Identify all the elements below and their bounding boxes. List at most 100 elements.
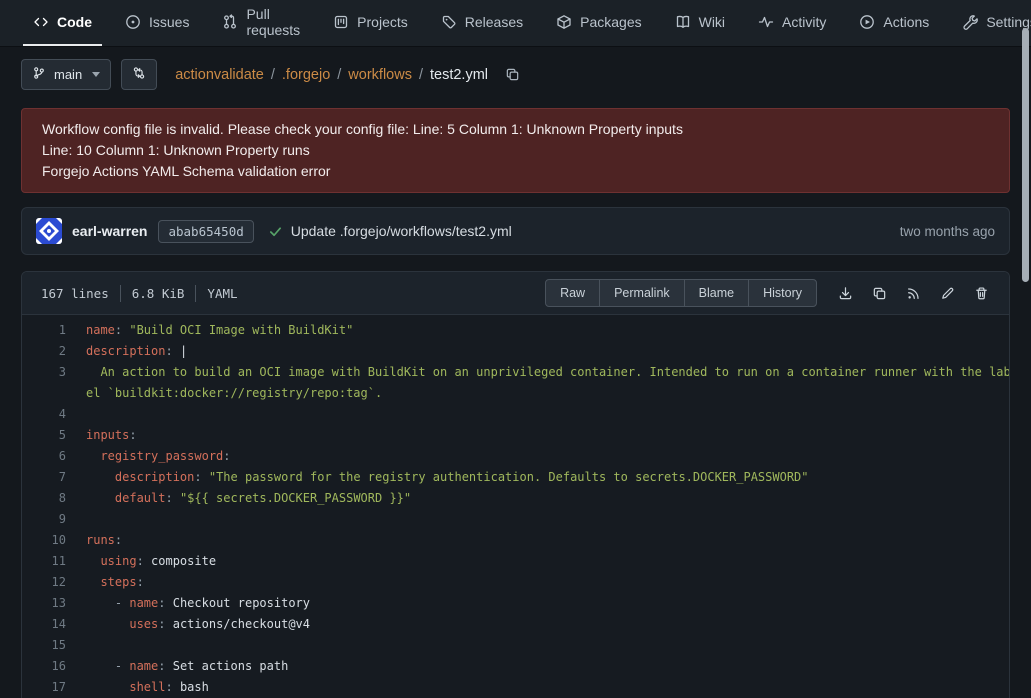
code-line: 10 runs: [22, 530, 1009, 551]
avatar[interactable] [36, 218, 62, 244]
line-number[interactable]: 13 [22, 593, 66, 614]
copy-icon[interactable] [872, 286, 887, 301]
line-number[interactable]: 5 [22, 425, 66, 446]
line-content: description: "The password for the regis… [86, 467, 809, 488]
permalink-button[interactable]: Permalink [599, 279, 685, 307]
code-line: 2 description: | [22, 341, 1009, 362]
line-content: An action to build an OCI image with Bui… [86, 362, 1010, 383]
line-content: el `buildkit:docker://registry/repo:tag`… [86, 383, 382, 404]
line-number[interactable]: 11 [22, 551, 66, 572]
code-line: 1 name: "Build OCI Image with BuildKit" [22, 320, 1009, 341]
line-number[interactable]: 3 [22, 362, 66, 383]
copy-path-icon[interactable] [505, 67, 520, 82]
commit-hash-badge[interactable]: abab65450d [158, 220, 253, 243]
file-action-icons [838, 286, 989, 301]
tab-releases[interactable]: Releases [431, 0, 533, 46]
line-number[interactable] [22, 383, 66, 404]
line-content: shell: bash [86, 677, 209, 698]
commit-author[interactable]: earl-warren [72, 223, 147, 239]
tools-icon [962, 14, 978, 30]
tab-wiki[interactable]: Wiki [665, 0, 735, 46]
chevron-down-icon [92, 72, 100, 77]
code-line: 11 using: composite [22, 551, 1009, 572]
compare-button[interactable] [121, 59, 157, 90]
tag-icon [441, 14, 457, 30]
branch-breadcrumb-row: main actionvalidate/.forgejo/workflows/t… [0, 47, 1031, 100]
breadcrumb-separator: / [271, 67, 275, 83]
commit-status-check-icon[interactable] [268, 224, 283, 239]
line-content: name: "Build OCI Image with BuildKit" [86, 320, 353, 341]
tab-settings[interactable]: Settings [952, 0, 1031, 46]
package-icon [556, 14, 572, 30]
breadcrumb-separator: / [337, 67, 341, 83]
line-number[interactable]: 1 [22, 320, 66, 341]
line-number[interactable]: 8 [22, 488, 66, 509]
breadcrumb-item-test2-yml: test2.yml [430, 67, 488, 83]
file-meta-item: 167 lines [41, 286, 109, 301]
tab-label: Activity [782, 14, 826, 30]
scrollbar-thumb[interactable] [1022, 28, 1029, 282]
code-line: 17 shell: bash [22, 677, 1009, 698]
breadcrumb: actionvalidate/.forgejo/workflows/test2.… [175, 67, 488, 83]
code-line: 4 [22, 404, 1009, 425]
line-number[interactable]: 15 [22, 635, 66, 656]
error-banner: Workflow config file is invalid. Please … [21, 108, 1010, 193]
projects-icon [333, 14, 349, 30]
code-view: 1name: "Build OCI Image with BuildKit"2d… [22, 315, 1009, 698]
branch-selector[interactable]: main [21, 59, 111, 90]
line-number[interactable]: 17 [22, 677, 66, 698]
line-content: steps: [86, 572, 144, 593]
line-content: uses: actions/checkout@v4 [86, 614, 310, 635]
tab-activity[interactable]: Activity [748, 0, 836, 46]
file-header: 167 lines6.8 KiBYAML RawPermalinkBlameHi… [22, 272, 1009, 315]
breadcrumb-item-actionvalidate[interactable]: actionvalidate [175, 67, 264, 83]
line-number[interactable]: 7 [22, 467, 66, 488]
line-number[interactable]: 2 [22, 341, 66, 362]
raw-button[interactable]: Raw [545, 279, 600, 307]
tab-packages[interactable]: Packages [546, 0, 651, 46]
line-number[interactable]: 4 [22, 404, 66, 425]
tab-label: Pull requests [246, 6, 300, 38]
repo-tab-bar: Code Issues Pull requests Projects Releases P… [0, 0, 1031, 47]
breadcrumb-item-workflows[interactable]: workflows [348, 67, 412, 83]
edit-icon[interactable] [940, 286, 955, 301]
line-number[interactable]: 10 [22, 530, 66, 551]
blame-button[interactable]: Blame [684, 279, 749, 307]
breadcrumb-item--forgejo[interactable]: .forgejo [282, 67, 330, 83]
line-number[interactable]: 12 [22, 572, 66, 593]
line-content: runs: [86, 530, 122, 551]
line-content: using: composite [86, 551, 216, 572]
delete-icon[interactable] [974, 286, 989, 301]
code-icon [33, 14, 49, 30]
line-number[interactable]: 9 [22, 509, 66, 530]
tab-label: Packages [580, 14, 641, 30]
rss-icon[interactable] [906, 286, 921, 301]
line-number[interactable]: 16 [22, 656, 66, 677]
line-content: description: | [86, 341, 187, 362]
tab-actions[interactable]: Actions [849, 0, 939, 46]
meta-divider [195, 285, 196, 302]
code-line: 8 default: "${{ secrets.DOCKER_PASSWORD … [22, 488, 1009, 509]
branch-name: main [54, 67, 82, 82]
line-content: default: "${{ secrets.DOCKER_PASSWORD }}… [86, 488, 411, 509]
tab-label: Releases [465, 14, 523, 30]
code-line: 3 An action to build an OCI image with B… [22, 362, 1009, 383]
error-line: Forgejo Actions YAML Schema validation e… [42, 161, 989, 182]
tab-projects[interactable]: Projects [323, 0, 418, 46]
file-view-buttons: RawPermalinkBlameHistory [545, 279, 817, 307]
branch-icon [32, 66, 46, 83]
commit-message[interactable]: Update .forgejo/workflows/test2.yml [291, 223, 512, 239]
code-line: 9 [22, 509, 1009, 530]
tab-code[interactable]: Code [23, 0, 102, 46]
tab-pull-requests[interactable]: Pull requests [212, 0, 310, 46]
tab-issues[interactable]: Issues [115, 0, 199, 46]
history-button[interactable]: History [748, 279, 817, 307]
line-number[interactable]: 6 [22, 446, 66, 467]
code-line: 5inputs: [22, 425, 1009, 446]
error-line: Workflow config file is invalid. Please … [42, 119, 989, 140]
line-number[interactable]: 14 [22, 614, 66, 635]
download-icon[interactable] [838, 286, 853, 301]
meta-divider [120, 285, 121, 302]
error-line: Line: 10 Column 1: Unknown Property runs [42, 140, 989, 161]
pull-request-icon [222, 14, 238, 30]
